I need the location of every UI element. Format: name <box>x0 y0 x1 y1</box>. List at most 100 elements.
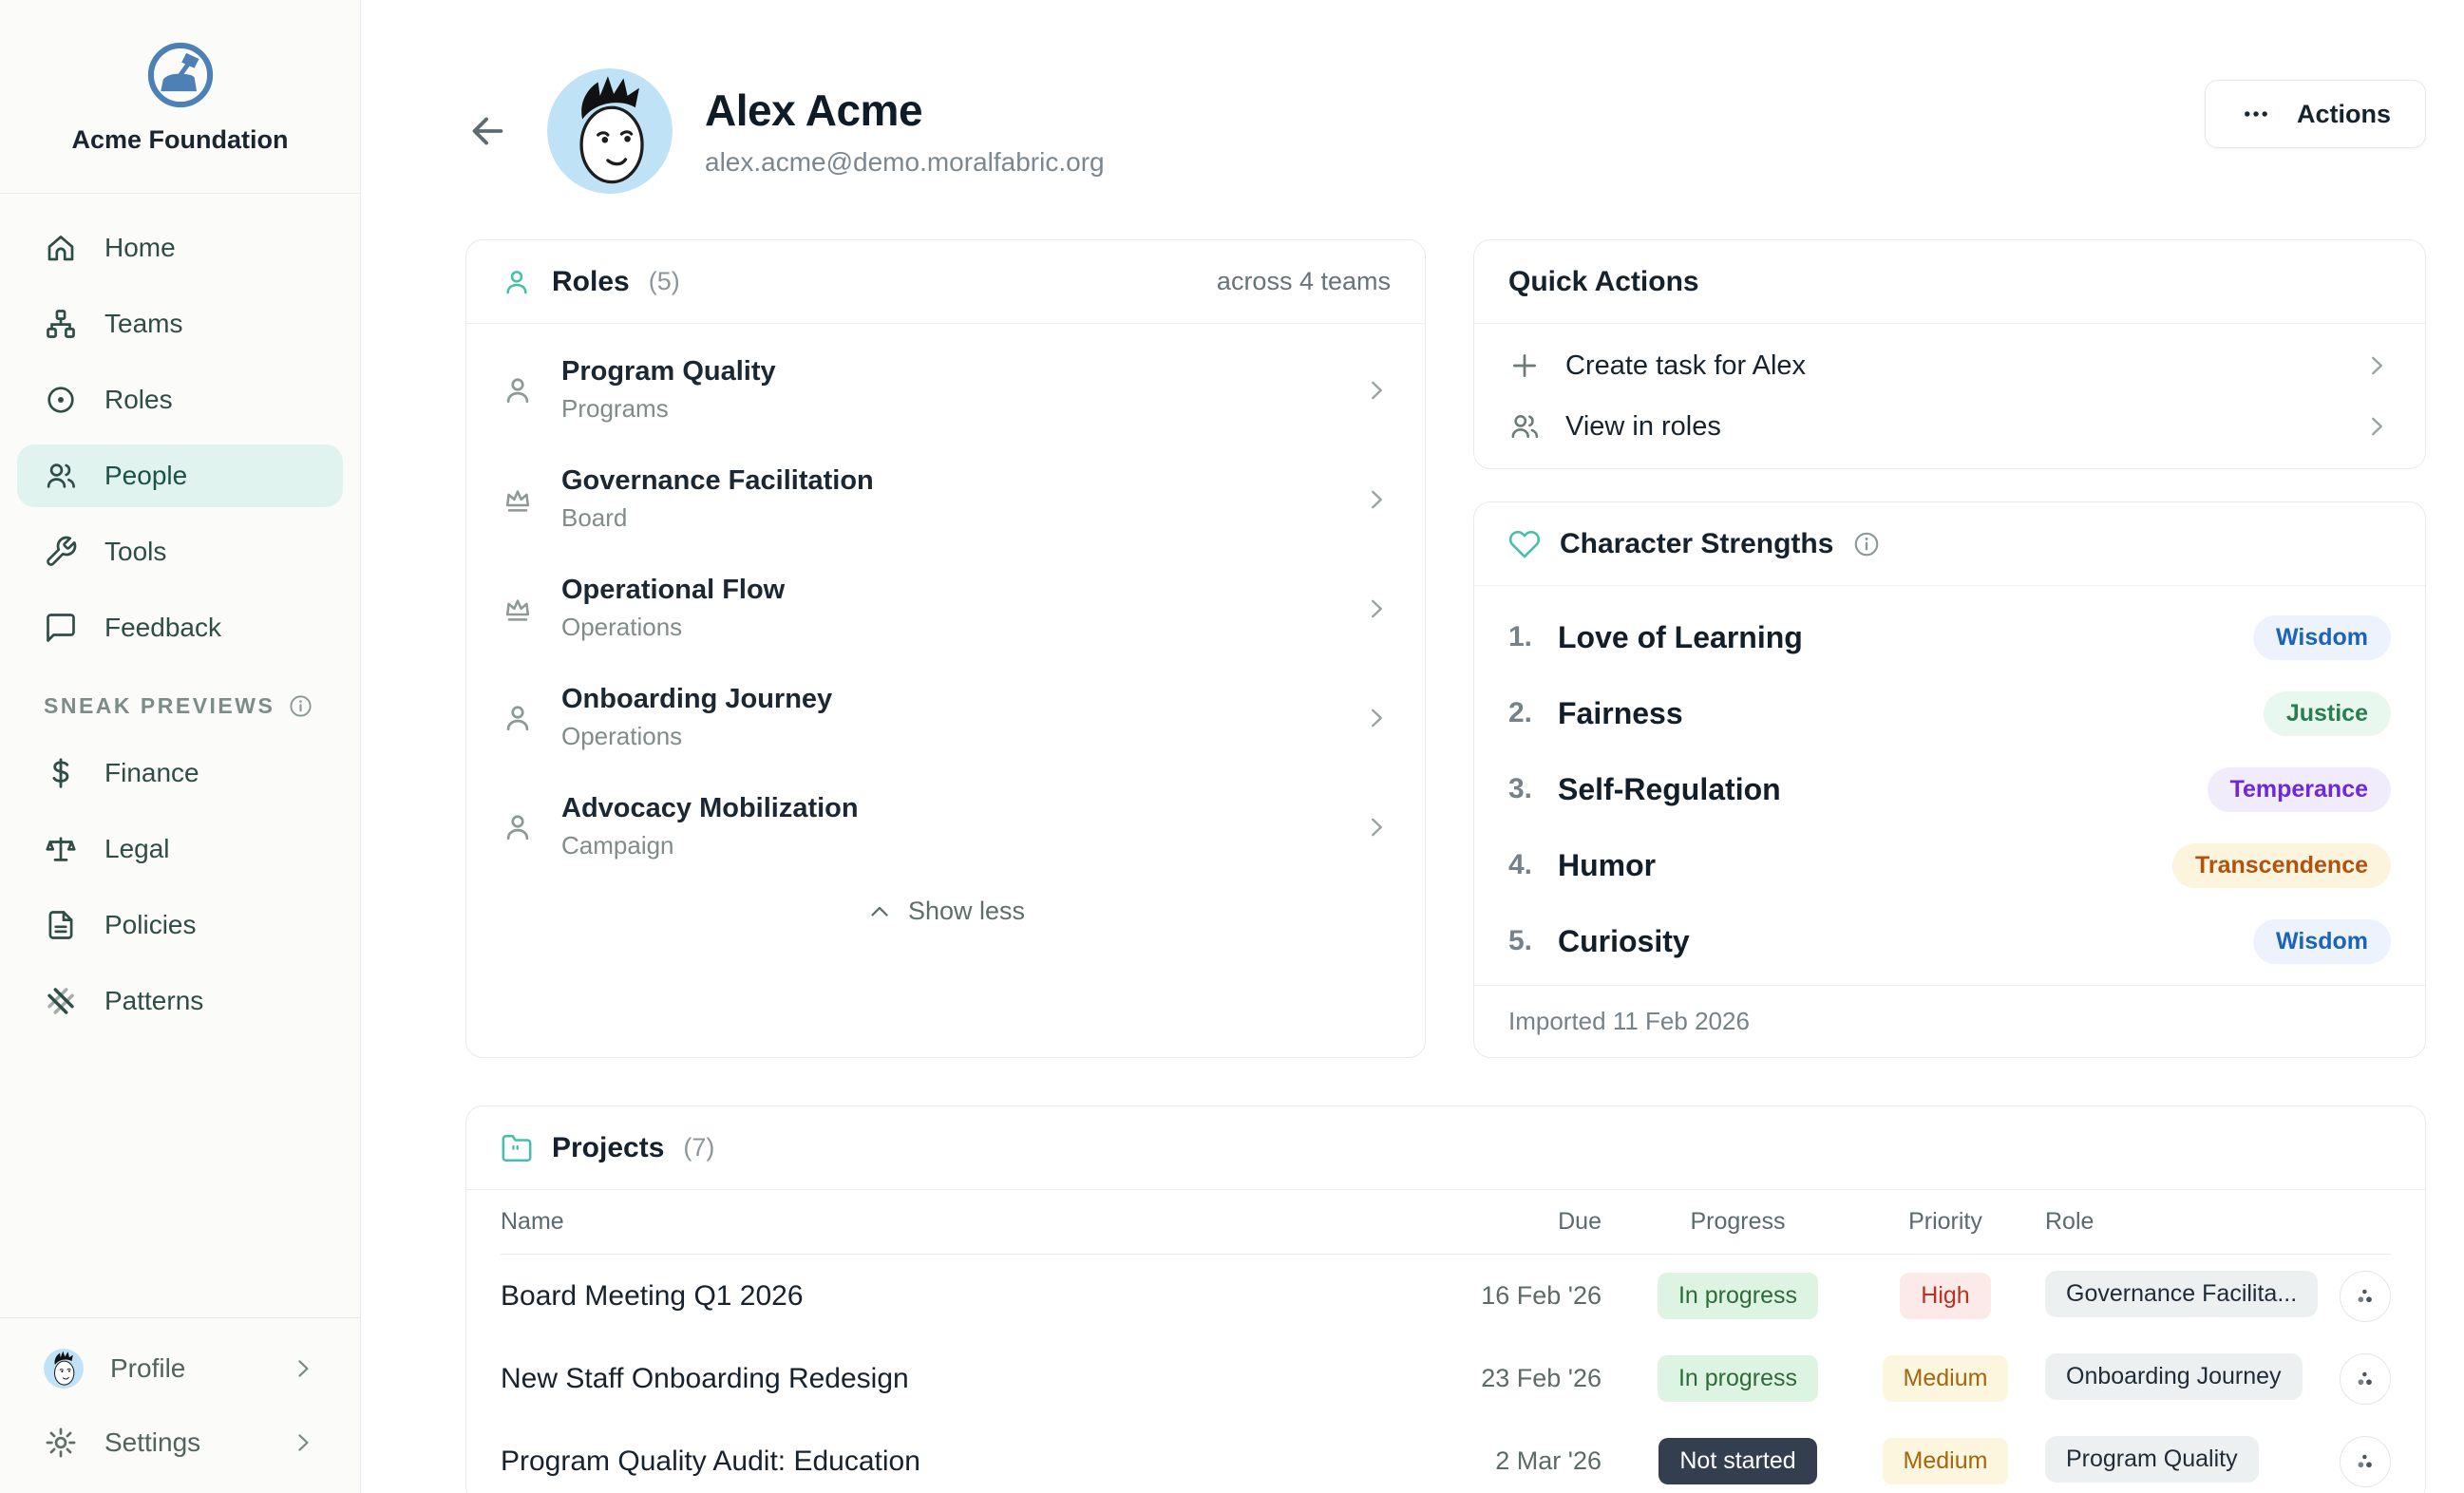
dollar-icon <box>44 756 78 790</box>
main-content: Alex Acme alex.acme@demo.moralfabric.org… <box>361 0 2464 1493</box>
roles-meta: across 4 teams <box>1217 267 1391 296</box>
sidebar-item-label: Teams <box>104 309 182 339</box>
sidebar-item-label: Finance <box>104 758 199 788</box>
virtue-badge: Justice <box>2264 691 2391 736</box>
sidebar-item-finance[interactable]: Finance <box>17 742 343 804</box>
priority-chip: Medium <box>1883 1355 2009 1402</box>
projects-header: Projects (7) <box>466 1106 2425 1190</box>
acme-foundation-logo-icon <box>143 38 218 112</box>
gear-icon <box>44 1426 78 1460</box>
person-icon <box>501 266 533 298</box>
sidebar-item-label: Roles <box>104 385 173 415</box>
sidebar-item-profile[interactable]: Profile <box>17 1337 343 1400</box>
strength-row: 1. Love of Learning Wisdom <box>1508 599 2391 675</box>
sidebar-item-patterns[interactable]: Patterns <box>17 970 343 1032</box>
roles-card-header: Roles (5) across 4 teams <box>466 240 1425 324</box>
people-icon <box>44 459 78 493</box>
user-email: alex.acme@demo.moralfabric.org <box>705 147 1105 178</box>
info-icon[interactable] <box>1852 530 1881 558</box>
target-icon <box>44 383 78 417</box>
sidebar-footer: Profile Settings <box>0 1317 360 1493</box>
virtue-badge: Transcendence <box>2172 843 2391 888</box>
info-icon[interactable] <box>288 693 313 719</box>
table-row[interactable]: New Staff Onboarding Redesign 23 Feb '26… <box>501 1337 2391 1420</box>
sidebar-item-feedback[interactable]: Feedback <box>17 596 343 659</box>
wrench-icon <box>44 535 78 569</box>
view-in-roles-action[interactable]: View in roles <box>1508 396 2391 457</box>
role-item[interactable]: Onboarding JourneyOperations <box>501 663 1391 772</box>
projects-table-header: Name Due Progress Priority Role <box>501 1190 2391 1255</box>
folder-icon <box>501 1132 533 1164</box>
strength-row: 3. Self-Regulation Temperance <box>1508 751 2391 827</box>
home-icon <box>44 231 78 265</box>
column-header-role: Role <box>2045 1208 2330 1236</box>
role-item[interactable]: Governance FacilitationBoard <box>501 444 1391 554</box>
sidebar-item-teams[interactable]: Teams <box>17 293 343 355</box>
sidebar: Acme Foundation Home Teams Roles People … <box>0 0 361 1493</box>
sidebar-item-label: Feedback <box>104 613 221 643</box>
sidebar-item-tools[interactable]: Tools <box>17 520 343 583</box>
brand-name: Acme Foundation <box>9 125 351 155</box>
column-header-progress: Progress <box>1626 1208 1849 1236</box>
priority-chip: High <box>1900 1273 1990 1319</box>
sidebar-item-label: Policies <box>104 910 196 940</box>
projects-count: (7) <box>683 1133 714 1162</box>
sidebar-item-home[interactable]: Home <box>17 217 343 279</box>
heart-icon <box>1508 528 1541 560</box>
role-item[interactable]: Operational FlowOperations <box>501 554 1391 663</box>
sneak-previews-section-label: SNEAK PREVIEWS <box>17 693 343 719</box>
sidebar-item-roles[interactable]: Roles <box>17 369 343 431</box>
sidebar-item-legal[interactable]: Legal <box>17 818 343 880</box>
roles-count: (5) <box>649 267 680 296</box>
projects-card: Projects (7) Name Due Progress Priority … <box>465 1106 2426 1493</box>
actions-button[interactable]: Actions <box>2205 80 2426 148</box>
table-row[interactable]: Board Meeting Q1 2026 16 Feb '26 In prog… <box>501 1255 2391 1337</box>
table-row[interactable]: Program Quality Audit: Education 2 Mar '… <box>501 1420 2391 1493</box>
person-icon <box>501 810 535 844</box>
weave-pattern-icon <box>44 984 78 1018</box>
role-item[interactable]: Program QualityPrograms <box>501 335 1391 444</box>
show-less-button[interactable]: Show less <box>466 881 1425 943</box>
sidebar-item-label: People <box>104 461 187 491</box>
scales-icon <box>44 832 78 866</box>
role-item[interactable]: Advocacy MobilizationCampaign <box>501 772 1391 881</box>
progress-chip: Not started <box>1658 1438 1816 1484</box>
chevron-right-icon <box>290 1429 316 1456</box>
sidebar-item-label: Tools <box>104 537 166 567</box>
chevron-right-icon <box>2362 351 2391 380</box>
strengths-imported-date: Imported 11 Feb 2026 <box>1474 985 2425 1057</box>
back-button[interactable] <box>465 109 509 153</box>
sidebar-item-label: Settings <box>104 1427 200 1458</box>
chevron-right-icon <box>2362 412 2391 441</box>
strength-row: 2. Fairness Justice <box>1508 675 2391 751</box>
chevron-right-icon <box>1362 595 1391 623</box>
sidebar-item-settings[interactable]: Settings <box>17 1411 343 1474</box>
crown-icon <box>501 482 535 517</box>
dots-icon <box>2351 1447 2379 1476</box>
sidebar-item-policies[interactable]: Policies <box>17 894 343 956</box>
profile-avatar <box>44 1349 84 1389</box>
row-role-action-button[interactable] <box>2340 1271 2391 1322</box>
row-role-action-button[interactable] <box>2340 1436 2391 1487</box>
priority-chip: Medium <box>1883 1438 2009 1484</box>
row-role-action-button[interactable] <box>2340 1353 2391 1405</box>
chevron-right-icon <box>1362 704 1391 732</box>
column-header-due: Due <box>1459 1208 1602 1236</box>
profile-header: Alex Acme alex.acme@demo.moralfabric.org… <box>465 68 2426 194</box>
column-header-name: Name <box>501 1208 1459 1236</box>
person-icon <box>501 373 535 407</box>
brand: Acme Foundation <box>0 0 360 194</box>
create-task-action[interactable]: Create task for Alex <box>1508 335 2391 396</box>
speech-bubble-icon <box>44 611 78 645</box>
role-chip: Governance Facilita... <box>2045 1271 2318 1317</box>
sidebar-nav: Home Teams Roles People Tools Feedback S… <box>0 194 360 1046</box>
progress-chip: In progress <box>1658 1273 1818 1319</box>
strength-row: 5. Curiosity Wisdom <box>1508 903 2391 979</box>
role-chip: Onboarding Journey <box>2045 1353 2303 1400</box>
role-chip: Program Quality <box>2045 1436 2259 1483</box>
chevron-right-icon <box>1362 485 1391 514</box>
crown-icon <box>501 592 535 626</box>
virtue-badge: Wisdom <box>2253 919 2391 964</box>
sidebar-item-people[interactable]: People <box>17 444 343 507</box>
projects-table: Name Due Progress Priority Role Board Me… <box>466 1190 2425 1493</box>
